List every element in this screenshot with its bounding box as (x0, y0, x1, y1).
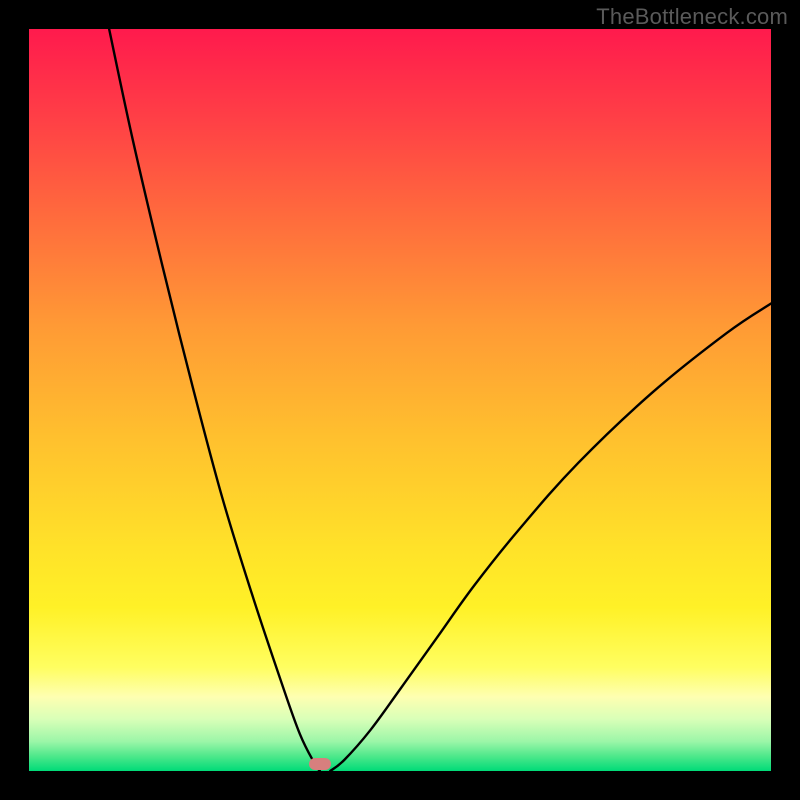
bottleneck-curve (29, 29, 771, 771)
plot-area (29, 29, 771, 771)
watermark-text: TheBottleneck.com (596, 4, 788, 30)
optimum-marker (309, 758, 331, 770)
